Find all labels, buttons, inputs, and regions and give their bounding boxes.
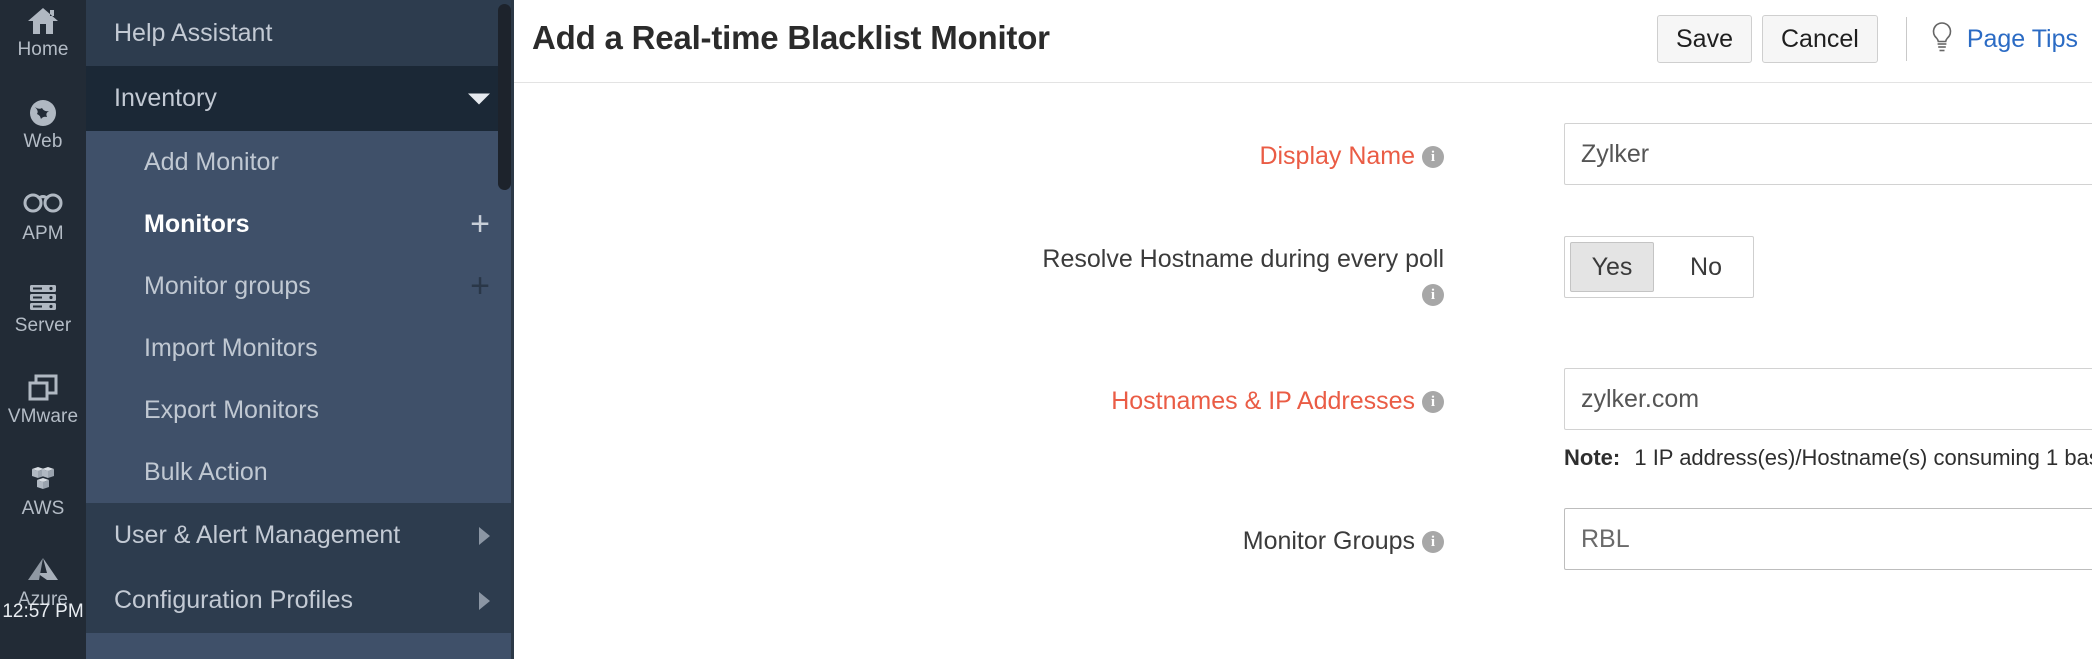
main-content: Add a Real-time Blacklist Monitor Save C… [514, 0, 2092, 659]
sidebar-item-help-assistant[interactable]: Help Assistant [86, 0, 514, 66]
page-header: Add a Real-time Blacklist Monitor Save C… [514, 0, 2092, 83]
page-title: Add a Real-time Blacklist Monitor [532, 19, 1050, 56]
rail-item-apm[interactable]: APM [0, 190, 86, 245]
monitor-groups-info-icon[interactable]: i [1422, 531, 1444, 554]
sidebar-label-monitor-groups: Monitor groups [144, 271, 311, 300]
header-actions: Save Cancel Page Tips [1647, 14, 2078, 64]
sidebar-label-inventory: Inventory [114, 84, 217, 112]
sidebar-item-bulk-action[interactable]: Bulk Action [86, 441, 514, 503]
windows-stack-icon [0, 373, 86, 403]
sidebar-label-bulk-action: Bulk Action [144, 457, 268, 486]
rail-label-vmware: VMware [7, 406, 79, 427]
rail-item-aws[interactable]: AWS [0, 465, 86, 520]
resolve-hostname-option-yes[interactable]: Yes [1570, 242, 1654, 292]
globe-icon [0, 98, 86, 128]
server-icon [0, 282, 86, 312]
azure-triangle-icon [0, 556, 86, 586]
page-tips-link[interactable]: Page Tips [1929, 21, 2078, 58]
monitor-groups-selected-value: RBL [1581, 524, 1630, 553]
monitor-groups-select[interactable]: RBL [1564, 508, 2092, 570]
display-name-input[interactable] [1564, 123, 2092, 185]
hostnames-input[interactable] [1564, 368, 2092, 430]
sidebar-label-add-monitor: Add Monitor [144, 147, 279, 176]
rail-item-home[interactable]: Home [0, 6, 86, 61]
hostnames-note-prefix: Note: [1564, 445, 1621, 470]
resolve-hostname-label: Resolve Hostname during every poll i [514, 244, 1444, 307]
rail-label-home: Home [17, 39, 69, 60]
aws-cubes-icon [0, 465, 86, 495]
taskbar-clock: 12:57 PM [2, 601, 84, 622]
rail-label-server: Server [14, 315, 72, 336]
monitor-groups-label: Monitor Groups i [514, 526, 1444, 556]
rail-label-web: Web [23, 131, 63, 152]
sidebar-label-export-monitors: Export Monitors [144, 395, 320, 424]
sidebar-label-import-monitors: Import Monitors [144, 333, 318, 362]
sidebar-item-import-monitors[interactable]: Import Monitors [86, 317, 514, 379]
sidebar-item-configuration-profiles[interactable]: Configuration Profiles [86, 568, 514, 633]
sidebar-item-user-alert-management[interactable]: User & Alert Management [86, 503, 514, 568]
binoculars-icon [0, 190, 86, 220]
cancel-button[interactable]: Cancel [1761, 15, 1878, 63]
display-name-info-icon[interactable]: i [1422, 146, 1444, 169]
hostnames-label: Hostnames & IP Addresses i [514, 386, 1444, 416]
header-divider [1905, 17, 1907, 61]
sidebar-label-user-alert-management: User & Alert Management [114, 521, 401, 549]
sidebar-item-export-monitors[interactable]: Export Monitors [86, 379, 514, 441]
rail-label-apm: APM [22, 223, 64, 244]
sidebar-menu: Help Assistant Inventory Add Monitor Mon… [86, 0, 514, 659]
sidebar-right-edge [511, 0, 514, 659]
sidebar-label-monitors: Monitors [144, 209, 250, 238]
sidebar-label-configuration-profiles: Configuration Profiles [114, 586, 354, 614]
chevron-right-icon-user-alert[interactable] [479, 526, 490, 545]
sidebar-item-add-monitor[interactable]: Add Monitor [86, 131, 514, 193]
display-name-label: Display Name i [514, 141, 1444, 171]
rail-item-web[interactable]: Web [0, 98, 86, 153]
add-monitor-plus-icon[interactable]: + [470, 207, 490, 241]
add-monitor-group-plus-icon[interactable]: + [470, 269, 490, 303]
sidebar-scrollbar-thumb[interactable] [498, 4, 511, 190]
chevron-down-icon[interactable] [468, 93, 490, 104]
save-button[interactable]: Save [1657, 15, 1752, 63]
hostnames-note-text: 1 IP address(es)/Hostname(s) consuming 1… [1634, 445, 2092, 470]
app-root: Home Web APM Server VMware AWS Azure 12:… [0, 0, 2092, 659]
monitor-form: Display Name i Resolve Hostname during e… [514, 83, 2092, 658]
sidebar-label-help-assistant: Help Assistant [114, 18, 273, 47]
rail-item-vmware[interactable]: VMware [0, 373, 86, 428]
sidebar-item-monitor-groups[interactable]: Monitor groups + [86, 255, 514, 317]
page-tips-label: Page Tips [1966, 24, 2078, 53]
sidebar-item-monitors[interactable]: Monitors + [86, 193, 514, 255]
home-icon [0, 6, 86, 36]
chevron-right-icon-config-profiles[interactable] [479, 591, 490, 610]
sidebar-item-inventory[interactable]: Inventory [86, 66, 514, 131]
resolve-hostname-info-icon[interactable]: i [1422, 284, 1444, 307]
rail-item-server[interactable]: Server [0, 282, 86, 337]
lightbulb-icon [1929, 21, 1955, 58]
hostnames-info-icon[interactable]: i [1422, 391, 1444, 414]
rail-label-aws: AWS [21, 498, 65, 519]
resolve-hostname-option-no[interactable]: No [1664, 242, 1748, 292]
resolve-hostname-toggle[interactable]: Yes No [1564, 236, 1754, 298]
product-icon-rail: Home Web APM Server VMware AWS Azure 12:… [0, 0, 86, 659]
hostnames-note: Note: 1 IP address(es)/Hostname(s) consu… [1564, 445, 2092, 471]
